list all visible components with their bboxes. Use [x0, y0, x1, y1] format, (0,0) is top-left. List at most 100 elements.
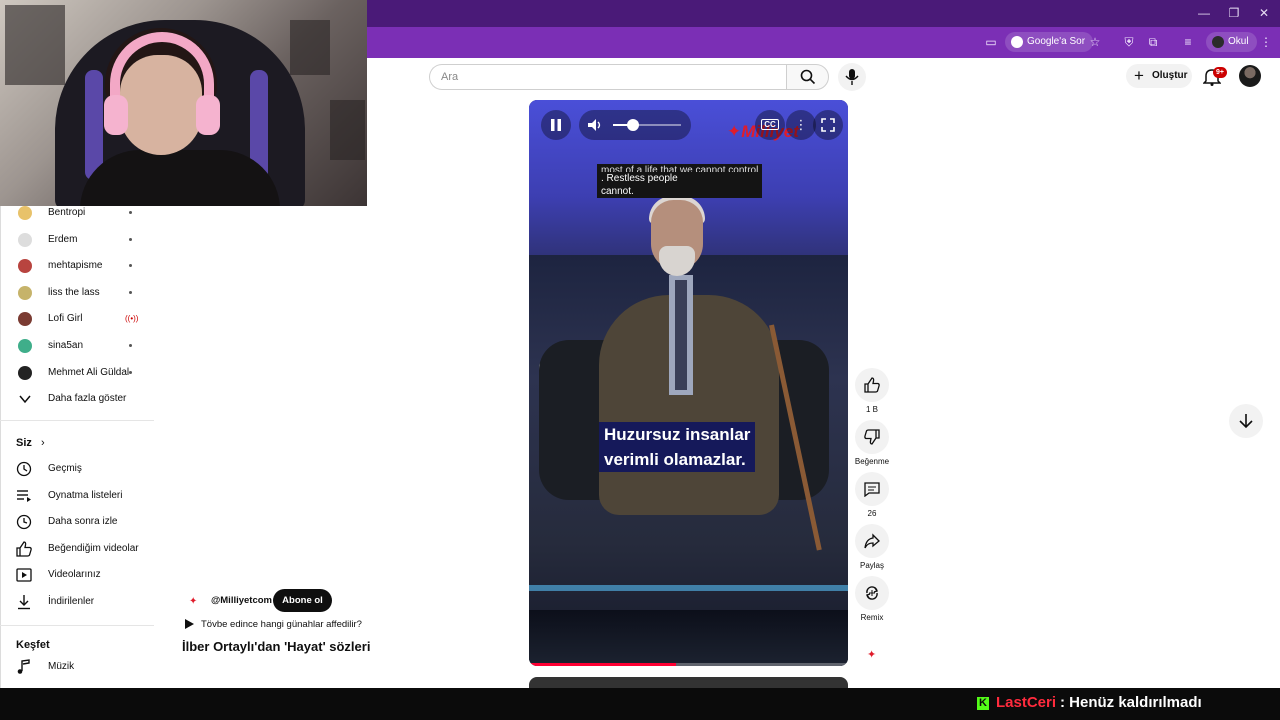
- profile-avatar: [1212, 36, 1224, 48]
- sidebar-item-oynatma-listeleri[interactable]: Oynatma listeleri: [0, 483, 154, 509]
- google-sor-button[interactable]: Google'a Sor: [1005, 32, 1094, 52]
- channel-avatar: [18, 232, 32, 247]
- new-content-dot: [129, 264, 132, 268]
- history-icon: [16, 461, 32, 477]
- media-control-icon[interactable]: ≡: [1180, 34, 1196, 50]
- profile-chip[interactable]: Okul: [1206, 32, 1257, 52]
- sidebar-subscription-item[interactable]: mehtapisme: [0, 253, 154, 279]
- channel-avatar: [18, 365, 32, 380]
- cast-icon[interactable]: ▭: [983, 34, 999, 50]
- sidebar-item-beğendiğim-videolar[interactable]: Beğendiğim videolar: [0, 536, 154, 562]
- you-section-header[interactable]: Siz ›: [16, 437, 45, 449]
- sidebar-item-label: İndirilenler: [48, 596, 95, 607]
- sidebar-item-label: Daha sonra izle: [48, 516, 118, 528]
- minimize-icon[interactable]: —: [1197, 6, 1211, 20]
- sidebar-item-label: Oynatma listeleri: [48, 489, 123, 501]
- more-options-button[interactable]: ⋮: [786, 110, 816, 140]
- browser-menu-icon[interactable]: ⋮: [1258, 34, 1274, 50]
- shorts-player[interactable]: ✦Milliyet most of a life that we cannot …: [529, 100, 848, 666]
- audience-silhouette: [529, 610, 848, 666]
- sidebar-item-label: Beğendiğim videolar: [48, 542, 139, 554]
- voice-search-button[interactable]: [838, 63, 866, 91]
- plus-icon: +: [1134, 66, 1144, 85]
- next-video-button[interactable]: [1229, 404, 1263, 438]
- comment-count: 26: [867, 509, 877, 518]
- new-content-dot: [129, 370, 132, 374]
- sidebar-subscription-item[interactable]: Erdem: [0, 227, 154, 253]
- search-input[interactable]: Ara: [429, 64, 787, 90]
- download-icon: [18, 595, 30, 610]
- sidebar-item-müzik[interactable]: Müzik: [0, 654, 154, 680]
- chevron-right-icon: ›: [40, 437, 45, 449]
- show-more-label: Daha fazla göster: [48, 393, 127, 404]
- dislike-button[interactable]: [855, 420, 889, 454]
- sidebar-item-label: Videolarınız: [48, 569, 101, 581]
- like-count: 1 B: [865, 405, 878, 414]
- remix-icon: [865, 586, 879, 600]
- sidebar-subscription-item[interactable]: liss the lass: [0, 280, 154, 306]
- sidebar-item-label: Müzik: [48, 661, 75, 672]
- streamer-username: LastCeri: [996, 694, 1057, 711]
- volume-icon: [588, 119, 601, 131]
- extensions-icon[interactable]: ⧉: [1145, 34, 1161, 50]
- channel-avatar: [18, 206, 32, 220]
- share-button[interactable]: [855, 524, 889, 558]
- channel-avatar: [18, 259, 32, 274]
- captions-button[interactable]: CC: [755, 110, 785, 140]
- subscribe-button[interactable]: Abone ol: [273, 589, 332, 612]
- sidebar-subscription-item[interactable]: sina5an: [0, 333, 154, 359]
- cc-icon: CC: [761, 119, 779, 130]
- volume-control[interactable]: [579, 110, 691, 140]
- comments-button[interactable]: [855, 472, 889, 506]
- channel-avatar: [18, 339, 32, 353]
- remix-button[interactable]: [855, 576, 889, 610]
- sidebar-item-i-ndirilenler[interactable]: İndirilenler: [0, 589, 154, 615]
- pause-button[interactable]: [541, 110, 571, 140]
- sidebar-subscription-item[interactable]: Lofi Girl ((•)): [0, 306, 154, 332]
- close-icon[interactable]: ✕: [1257, 6, 1271, 20]
- channel-avatar[interactable]: ✦: [189, 596, 197, 607]
- explore-section-title: Keşfet: [16, 639, 50, 651]
- sidebar-divider: [0, 625, 154, 626]
- shield-extension-icon[interactable]: ⛨: [1121, 34, 1137, 50]
- sidebar-item-geçmiş[interactable]: Geçmiş: [0, 456, 154, 482]
- video-title: İlber Ortaylı'dan 'Hayat' sözleri: [182, 639, 371, 654]
- thumbs-up-icon: [16, 541, 32, 557]
- related-video-link[interactable]: Tövbe edince hangi günahlar affedilir?: [201, 619, 362, 630]
- restore-icon[interactable]: ❐: [1227, 6, 1241, 20]
- live-indicator-icon: ((•)): [125, 314, 139, 324]
- screen: — ❐ ✕ ▭ Google'a Sor ☆ ⛨ ⧉ ≡ Okul ⋮ Ara …: [0, 0, 1280, 720]
- sidebar-subscription-item[interactable]: Mehmet Ali Güldal: [0, 360, 154, 386]
- search-button[interactable]: [786, 64, 829, 90]
- account-avatar[interactable]: [1239, 65, 1261, 87]
- sidebar-item-label: Erdem: [48, 233, 78, 245]
- clock-icon: [16, 515, 32, 530]
- sidebar-item-daha-sonra-izle[interactable]: Daha sonra izle: [0, 509, 154, 535]
- channel-logo-icon[interactable]: ✦: [867, 648, 876, 661]
- like-button[interactable]: [855, 368, 889, 402]
- share-icon: [864, 533, 880, 549]
- bookmark-star-icon[interactable]: ☆: [1087, 34, 1103, 50]
- subtitle-line: Huzursuz insanlar: [604, 425, 751, 444]
- fullscreen-button[interactable]: [813, 110, 843, 140]
- video-progress-bar[interactable]: [529, 663, 848, 666]
- expand-icon: [821, 118, 835, 132]
- caption-line: most of a life that we cannot control: [601, 165, 759, 172]
- sidebar-item-label: liss the lass: [48, 286, 100, 298]
- dislike-label: Beğenme: [854, 457, 890, 466]
- new-content-dot: [129, 211, 132, 214]
- channel-name[interactable]: @Milliyetcom: [211, 595, 272, 606]
- create-button[interactable]: + Oluştur: [1126, 64, 1192, 88]
- video-icon: [16, 568, 32, 583]
- stream-status-bar: K LastCeri : Henüz kaldırılmadı: [0, 688, 1280, 720]
- sidebar-item-label: sina5an: [48, 340, 84, 351]
- subtitle-line: verimli olamazlar.: [604, 450, 746, 469]
- caption-line: cannot.: [601, 186, 634, 197]
- new-content-dot: [129, 344, 132, 347]
- volume-slider-handle[interactable]: [627, 119, 640, 131]
- music-icon: [17, 659, 30, 674]
- sidebar-item-videolarınız[interactable]: Videolarınız: [0, 562, 154, 588]
- sidebar-divider: [0, 420, 154, 421]
- show-more-button[interactable]: Daha fazla göster: [0, 386, 154, 412]
- new-content-dot: [129, 237, 132, 241]
